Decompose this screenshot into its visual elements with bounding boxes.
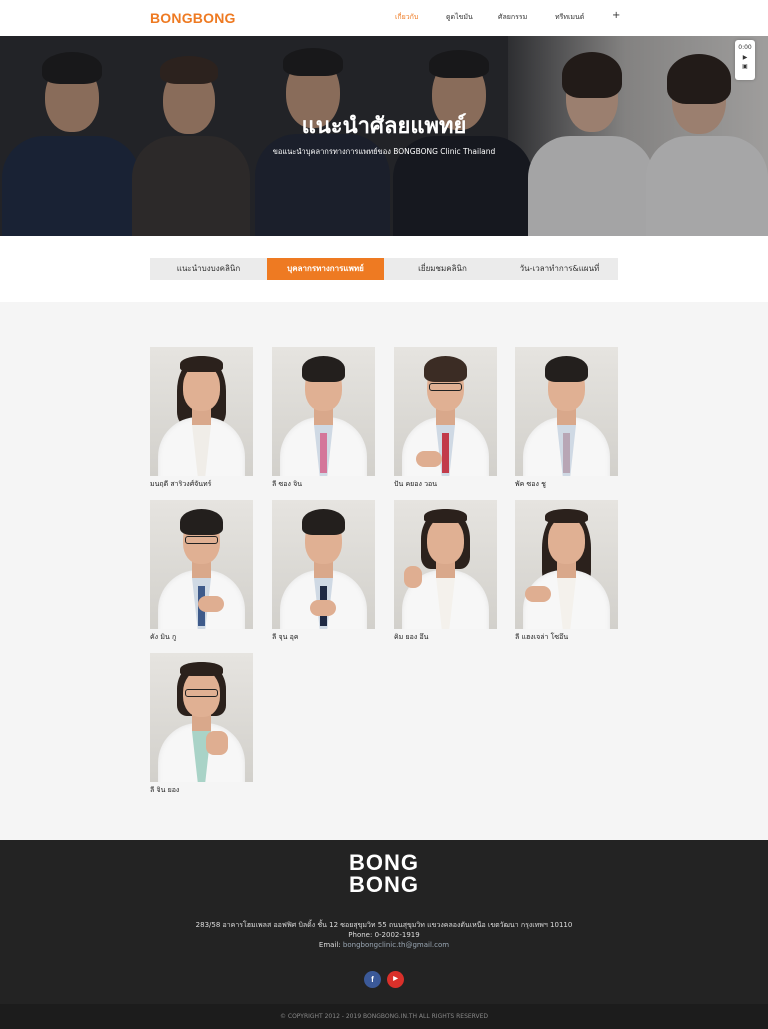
doctor-name: ลี จิน ยอง bbox=[150, 786, 180, 794]
doctor-card[interactable]: ลี จิน ยอง bbox=[150, 653, 253, 795]
doctor-card[interactable]: ลี ซอง จิน bbox=[272, 347, 375, 489]
doctor-name: คัง มิน กู bbox=[150, 633, 177, 641]
play-icon[interactable]: ▶ bbox=[735, 54, 755, 61]
doctor-photo bbox=[515, 500, 618, 629]
doctor-name: ปัน คยอง วอน bbox=[394, 480, 438, 488]
doctor-name: ลี แฮงเจล่า โซอึน bbox=[515, 633, 569, 641]
footer-address: 283/58 อาคารโฮมเพลส ออฟฟิศ บิลดิ้ง ชั้น … bbox=[195, 921, 573, 929]
footer-logo-line2: BONG bbox=[349, 872, 419, 897]
doctor-card[interactable]: พัค ซอง ชู bbox=[515, 347, 618, 489]
doctor-photo bbox=[272, 347, 375, 476]
doctor-photo bbox=[515, 347, 618, 476]
doctor-photo bbox=[150, 653, 253, 782]
doctor-card[interactable]: ลี จุน อุค bbox=[272, 500, 375, 642]
nav-more-icon[interactable]: + bbox=[612, 10, 620, 21]
hero-banner: แนะนำศัลยแพทย์ ขอแนะนำบุคลากรทางการแพทย์… bbox=[0, 36, 768, 236]
brand-logo[interactable]: BONGBONG bbox=[150, 10, 236, 26]
nav-liposuction[interactable]: ดูดไขมัน bbox=[446, 12, 473, 23]
doctor-name: ลี ซอง จิน bbox=[272, 480, 302, 488]
footer-logo-line1: BONG bbox=[349, 850, 419, 875]
youtube-icon[interactable]: ▶ bbox=[387, 971, 404, 988]
tab-about-clinic[interactable]: แนะนำบงบงคลินิก bbox=[150, 258, 267, 280]
tab-clinic-tour[interactable]: เยี่ยมชมคลินิก bbox=[384, 258, 501, 280]
tab-hours-map[interactable]: วัน-เวลาทำการ&แผนที่ bbox=[501, 258, 618, 280]
doctor-card[interactable]: ลี แฮงเจล่า โซอึน bbox=[515, 500, 618, 642]
doctor-name: คิม ยอง อึน bbox=[394, 633, 429, 641]
site-header: BONGBONG เกี่ยวกับ ดูดไขมัน ศัลยกรรม ทรี… bbox=[0, 0, 768, 36]
doctor-card[interactable]: ปัน คยอง วอน bbox=[394, 347, 497, 489]
tab-medical-staff[interactable]: บุคลากรทางการแพทย์ bbox=[267, 258, 384, 280]
widget-time: 0:00 bbox=[738, 44, 752, 51]
audio-widget-top[interactable]: 0:00 ▶ ▣ bbox=[735, 40, 755, 80]
page-title: แนะนำศัลยแพทย์ bbox=[301, 114, 467, 139]
nav-treatment[interactable]: ทรีทเมนต์ bbox=[555, 12, 584, 23]
doctor-grid: มนฤดี สาริวงศ์จันทร์ ลี ซอง จิน ปัน คยอง… bbox=[0, 302, 768, 840]
footer-email-label: Email: bbox=[318, 941, 341, 949]
doctor-card[interactable]: มนฤดี สาริวงศ์จันทร์ bbox=[150, 347, 253, 489]
social-links: f ▶ bbox=[364, 971, 404, 989]
facebook-icon[interactable]: f bbox=[364, 971, 381, 988]
doctor-card[interactable]: คัง มิน กู bbox=[150, 500, 253, 642]
footer-logo: BONG BONG bbox=[0, 852, 768, 896]
doctor-name: พัค ซอง ชู bbox=[515, 480, 546, 488]
doctor-photo bbox=[394, 347, 497, 476]
doctor-photo bbox=[272, 500, 375, 629]
site-footer: BONG BONG 283/58 อาคารโฮมเพลส ออฟฟิศ บิล… bbox=[0, 840, 768, 1004]
doctor-photo bbox=[150, 500, 253, 629]
page-subtitle: ขอแนะนำบุคลากรทางการแพทย์ของ BONGBONG Cl… bbox=[272, 147, 496, 156]
footer-phone: Phone: 0-2002-1919 bbox=[348, 931, 420, 939]
copyright-bar: © COPYRIGHT 2012 - 2019 BONGBONG.IN.TH A… bbox=[0, 1004, 768, 1029]
nav-surgery[interactable]: ศัลยกรรม bbox=[498, 12, 527, 23]
section-tabs: แนะนำบงบงคลินิก บุคลากรทางการแพทย์ เยี่ย… bbox=[150, 258, 618, 280]
doctor-photo bbox=[394, 500, 497, 629]
doctor-photo bbox=[150, 347, 253, 476]
nav-about[interactable]: เกี่ยวกับ bbox=[395, 12, 418, 23]
doctor-card[interactable]: คิม ยอง อึน bbox=[394, 500, 497, 642]
bookmark-icon[interactable]: ▣ bbox=[735, 63, 755, 70]
doctor-name: มนฤดี สาริวงศ์จันทร์ bbox=[150, 480, 212, 488]
footer-email-row: Email: bongbongclinic.th@gmail.com bbox=[0, 941, 768, 949]
footer-email-link[interactable]: bongbongclinic.th@gmail.com bbox=[343, 941, 449, 949]
doctor-name: ลี จุน อุค bbox=[272, 633, 299, 641]
